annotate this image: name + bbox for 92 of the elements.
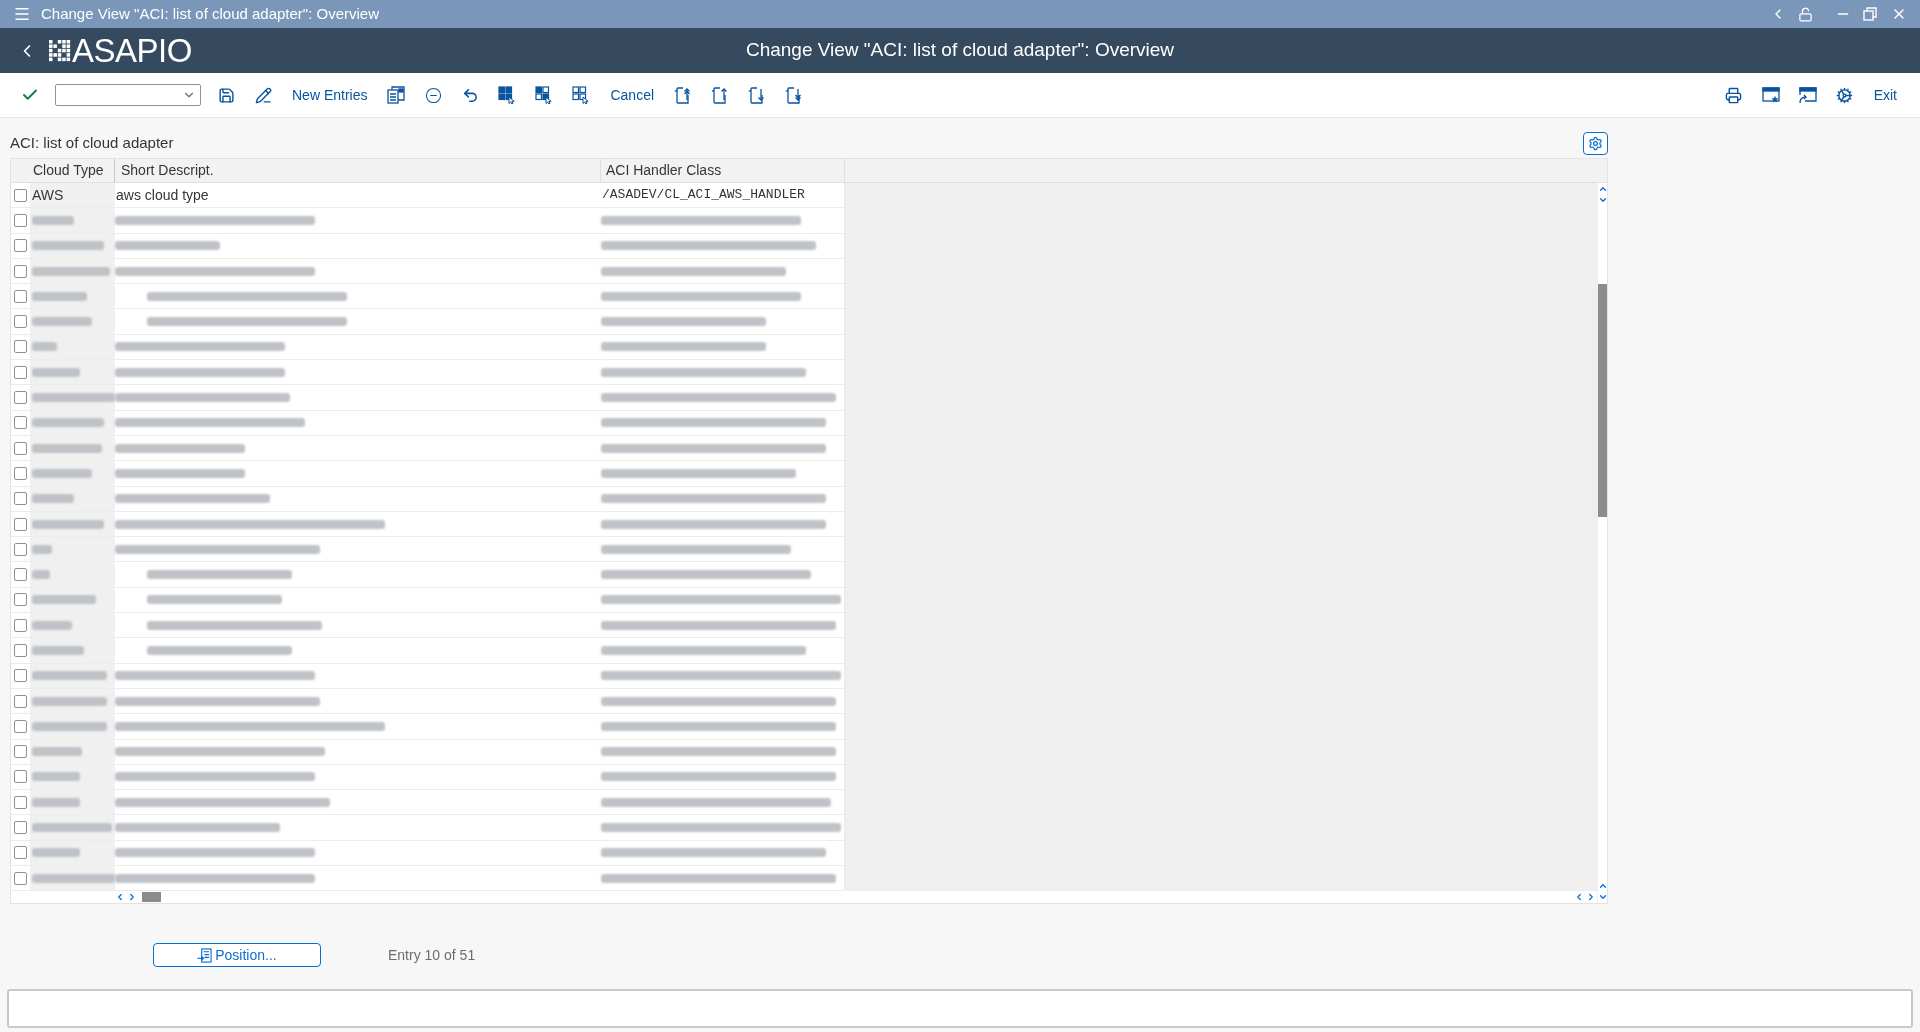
checkbox[interactable] bbox=[14, 188, 27, 202]
menu-icon[interactable] bbox=[13, 5, 31, 23]
checkbox[interactable] bbox=[14, 315, 27, 329]
scroll-left-icon[interactable] bbox=[115, 892, 125, 903]
command-field[interactable] bbox=[55, 84, 201, 106]
scrollbar-thumb[interactable] bbox=[1598, 284, 1607, 517]
checkbox[interactable] bbox=[14, 264, 27, 278]
checkbox[interactable] bbox=[14, 593, 27, 607]
blurred-text bbox=[32, 848, 80, 858]
blurred-text bbox=[32, 797, 80, 807]
page-down-icon[interactable] bbox=[748, 86, 767, 104]
documents-icon[interactable] bbox=[387, 86, 406, 104]
squares-cursor-icon[interactable] bbox=[572, 86, 591, 104]
squares-cursor-icon[interactable] bbox=[498, 86, 517, 104]
scroll-left-icon[interactable] bbox=[1574, 892, 1584, 903]
pixel-grid-logo-icon bbox=[49, 39, 71, 62]
scroll-up-icon[interactable] bbox=[1598, 184, 1608, 194]
undo-icon[interactable] bbox=[461, 86, 479, 104]
blurred-text bbox=[32, 241, 104, 251]
logo-text: ASAPIO bbox=[72, 34, 192, 67]
blurred-text bbox=[32, 519, 104, 529]
checkbox[interactable] bbox=[14, 492, 27, 506]
blurred-text bbox=[32, 747, 82, 757]
blurred-text bbox=[32, 291, 87, 301]
checkbox[interactable] bbox=[14, 770, 27, 784]
checkbox[interactable] bbox=[14, 644, 27, 657]
blurred-text bbox=[32, 342, 57, 352]
new-entries-button[interactable]: New Entries bbox=[284, 80, 376, 110]
blurred-text bbox=[32, 215, 74, 225]
squares-cursor-icon[interactable] bbox=[535, 86, 554, 104]
scroll-right-icon[interactable] bbox=[1586, 892, 1596, 903]
blurred-text bbox=[32, 646, 84, 655]
checkbox[interactable] bbox=[14, 365, 27, 379]
blurred-text bbox=[32, 570, 50, 580]
scroll-down-icon[interactable] bbox=[1598, 195, 1608, 205]
minus-circle-icon[interactable] bbox=[424, 86, 442, 104]
restore-icon[interactable] bbox=[1863, 7, 1877, 21]
blurred-text bbox=[32, 544, 52, 554]
scrollbar-thumb[interactable] bbox=[142, 892, 161, 903]
checkbox[interactable] bbox=[14, 846, 27, 860]
checkbox[interactable] bbox=[14, 568, 27, 582]
checkbox[interactable] bbox=[14, 416, 27, 430]
checkbox[interactable] bbox=[14, 441, 27, 455]
exit-button[interactable]: Exit bbox=[1865, 80, 1905, 110]
blurred-text bbox=[32, 367, 80, 377]
checkbox[interactable] bbox=[14, 542, 27, 556]
checkbox[interactable] bbox=[14, 618, 27, 632]
document-arrow-icon bbox=[197, 947, 213, 963]
checkbox[interactable] bbox=[14, 391, 27, 404]
blurred-text bbox=[32, 418, 104, 428]
column-header[interactable]: ACI Handler Class bbox=[606, 160, 722, 181]
window-arrow-icon[interactable] bbox=[1798, 86, 1817, 104]
blurred-text bbox=[32, 443, 102, 453]
table-cell-text: aws cloud type bbox=[115, 185, 210, 205]
checkbox[interactable] bbox=[14, 517, 27, 531]
cancel-button[interactable]: Cancel bbox=[602, 80, 663, 110]
blurred-text bbox=[32, 620, 72, 630]
lock-open-icon[interactable] bbox=[1798, 6, 1813, 22]
blurred-text bbox=[32, 468, 92, 478]
checkbox[interactable] bbox=[14, 289, 27, 303]
page-title: Change View "ACI: list of cloud adapter": Overview bbox=[745, 38, 1175, 63]
pencil-icon[interactable] bbox=[254, 86, 272, 104]
checkbox[interactable] bbox=[14, 821, 27, 835]
position-button[interactable]: Position... bbox=[153, 943, 321, 967]
checkbox[interactable] bbox=[14, 694, 27, 708]
blurred-text bbox=[32, 595, 96, 605]
blurred-text bbox=[32, 317, 92, 327]
page-double-up-icon[interactable] bbox=[674, 86, 693, 104]
checkbox[interactable] bbox=[14, 239, 27, 253]
table-cell: AWS bbox=[30, 183, 115, 208]
checkbox[interactable] bbox=[14, 719, 27, 733]
settings-button[interactable] bbox=[1583, 131, 1608, 155]
table-title: ACI: list of cloud adapter bbox=[10, 132, 174, 153]
gear-icon[interactable] bbox=[1836, 86, 1854, 104]
checkbox[interactable] bbox=[14, 466, 27, 480]
save-icon[interactable] bbox=[217, 86, 235, 104]
blurred-text bbox=[32, 494, 74, 504]
checkbox[interactable] bbox=[14, 871, 27, 885]
blurred-text bbox=[32, 772, 80, 782]
scroll-right-icon[interactable] bbox=[127, 892, 137, 903]
entry-counter: Entry 10 of 51 bbox=[388, 945, 476, 965]
column-header[interactable]: Cloud Type bbox=[33, 160, 104, 181]
checkbox[interactable] bbox=[14, 795, 27, 809]
window-title: Change View "ACI: list of cloud adapter": Overview bbox=[41, 3, 380, 24]
checkbox[interactable] bbox=[14, 745, 27, 759]
checkbox[interactable] bbox=[14, 340, 27, 354]
page-double-down-icon[interactable] bbox=[785, 86, 804, 104]
settings-icon bbox=[1588, 135, 1603, 151]
checkbox[interactable] bbox=[14, 213, 27, 227]
checkbox[interactable] bbox=[14, 669, 27, 683]
printer-icon[interactable] bbox=[1725, 86, 1743, 104]
column-header[interactable]: Short Descript. bbox=[121, 160, 214, 181]
